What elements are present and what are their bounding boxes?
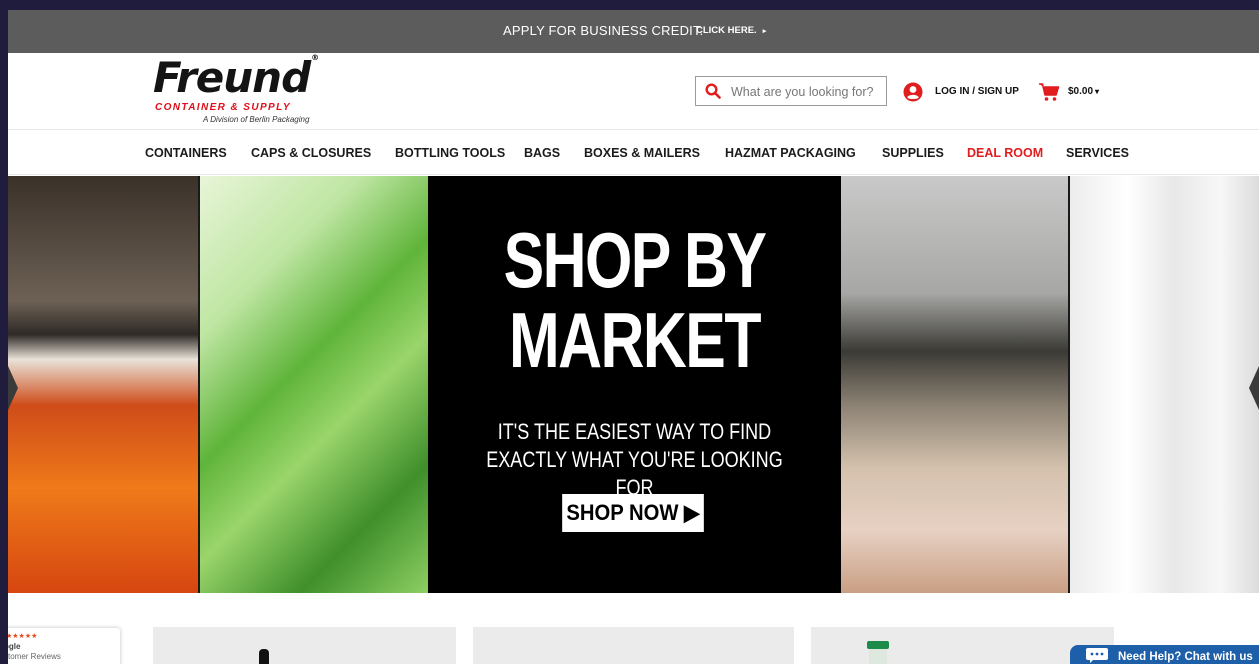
category-card[interactable]	[811, 627, 1114, 664]
carousel-prev-icon[interactable]	[8, 366, 18, 410]
reviews-badge-title: ogle	[8, 642, 21, 651]
search-box[interactable]	[695, 76, 887, 106]
reviews-badge-subtitle: stomer Reviews	[8, 652, 61, 661]
cart-icon[interactable]	[1038, 82, 1060, 102]
logo-brand-text: Freund	[153, 53, 311, 102]
hero-image-cosmetics	[841, 176, 1070, 593]
nav-item-caps-closures[interactable]: CAPS & CLOSURES	[251, 146, 371, 160]
search-input[interactable]	[729, 81, 883, 103]
jar-image	[867, 641, 889, 664]
nav-item-supplies[interactable]: SUPPLIES	[882, 146, 944, 160]
hero-headline-panel: SHOP BY MARKET IT'S THE EASIEST WAY TO FI…	[428, 176, 841, 593]
chat-help-button[interactable]: Need Help? Chat with us	[1070, 645, 1259, 664]
chat-bubble-icon	[1086, 648, 1108, 663]
category-section: ★★★★★ ogle stomer Reviews Need Help? Cha…	[8, 593, 1259, 664]
hero-headline-line1: SHOP BY	[503, 216, 767, 304]
logo-subtitle: CONTAINER & SUPPLY	[155, 102, 291, 113]
chevron-down-icon: ▾	[1095, 87, 1100, 96]
click-here-link[interactable]: CLICK HERE. ▸	[696, 25, 766, 36]
hero-image-leaf	[200, 176, 428, 593]
nav-item-containers[interactable]: CONTAINERS	[145, 146, 227, 160]
login-signup-link[interactable]: LOG IN / SIGN UP	[935, 86, 1019, 97]
freund-logo[interactable]: Freund® CONTAINER & SUPPLY A Division of…	[153, 53, 343, 125]
cart-total-dropdown[interactable]: $0.00 ▾	[1068, 86, 1099, 97]
hero-image-buckets	[1070, 176, 1259, 593]
hero-tagline-line2: EXACTLY WHAT YOU'RE LOOKING FOR	[486, 447, 783, 500]
business-credit-banner: APPLY FOR BUSINESS CREDIT. CLICK HERE. ▸	[8, 10, 1259, 53]
dropper-bottle-image	[259, 649, 269, 664]
nav-item-bottling-tools[interactable]: BOTTLING TOOLS	[395, 146, 505, 160]
hero-headline-line2: MARKET	[509, 296, 761, 384]
click-here-arrow-icon: ▸	[762, 28, 767, 35]
hero-carousel[interactable]: SHOP BY MARKET IT'S THE EASIEST WAY TO FI…	[8, 176, 1259, 593]
logo-division: A Division of Berlin Packaging	[203, 115, 310, 124]
site-header: Freund® CONTAINER & SUPPLY A Division of…	[8, 53, 1259, 129]
logo-registered-mark: ®	[311, 53, 319, 62]
shop-now-button[interactable]: SHOP NOW ▶	[562, 494, 704, 532]
page: APPLY FOR BUSINESS CREDIT. CLICK HERE. ▸ …	[8, 10, 1259, 664]
credit-promo-text: APPLY FOR BUSINESS CREDIT.	[503, 23, 704, 38]
nav-item-bags[interactable]: BAGS	[524, 146, 560, 160]
category-card[interactable]	[153, 627, 456, 664]
nav-item-services[interactable]: SERVICES	[1066, 146, 1129, 160]
category-card[interactable]	[473, 627, 794, 664]
logo-brand: Freund®	[153, 53, 319, 102]
hero-image-bottles	[8, 176, 200, 593]
main-nav: CONTAINERS CAPS & CLOSURES BOTTLING TOOL…	[8, 129, 1259, 175]
search-icon[interactable]	[705, 83, 721, 99]
hero-tagline-line1: IT'S THE EASIEST WAY TO FIND	[497, 419, 772, 444]
hero-tagline: IT'S THE EASIEST WAY TO FIND EXACTLY WHAT…	[465, 418, 804, 502]
chat-help-label: Need Help? Chat with us	[1118, 651, 1253, 663]
nav-item-hazmat-packaging[interactable]: HAZMAT PACKAGING	[725, 146, 856, 160]
user-circle-icon[interactable]	[903, 82, 923, 102]
hero-headline: SHOP BY MARKET	[473, 220, 795, 380]
carousel-next-icon[interactable]	[1249, 366, 1259, 410]
google-reviews-badge[interactable]: ★★★★★ ogle stomer Reviews	[8, 628, 120, 664]
rating-stars-icon: ★★★★★	[8, 633, 38, 640]
cart-total-value: $0.00	[1068, 86, 1094, 97]
click-here-label: CLICK HERE.	[696, 25, 757, 36]
nav-item-boxes-mailers[interactable]: BOXES & MAILERS	[584, 146, 700, 160]
nav-item-deal-room[interactable]: DEAL ROOM	[967, 146, 1043, 160]
